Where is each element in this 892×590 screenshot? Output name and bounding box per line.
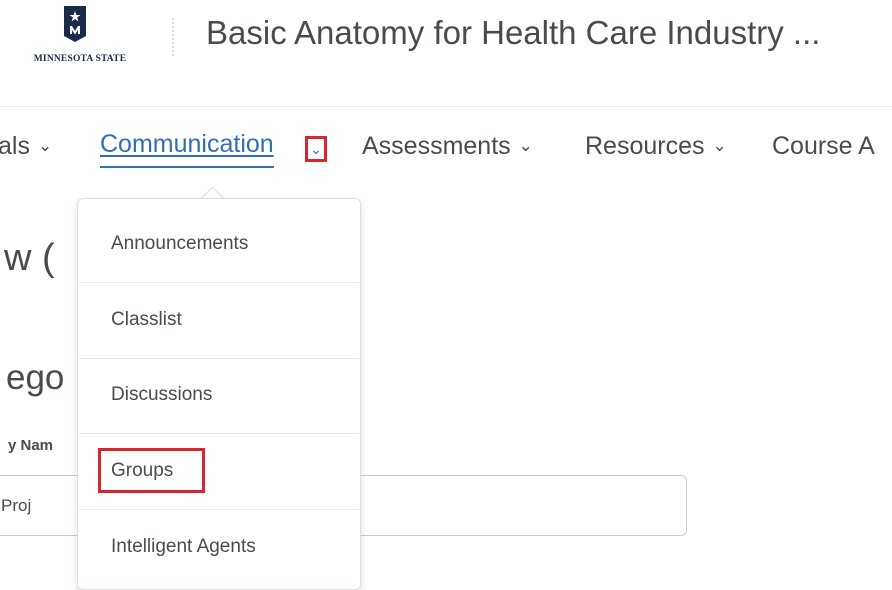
menu-item-announcements[interactable]: Announcements <box>79 207 359 283</box>
page-heading: w ( <box>4 237 55 279</box>
menu-item-intelligent-agents[interactable]: Intelligent Agents <box>79 510 359 586</box>
nav-item-label: Course A <box>772 132 875 160</box>
field-label: y Nam <box>8 437 54 454</box>
menu-item-classlist[interactable]: Classlist <box>79 283 359 359</box>
nav-item-assessments[interactable]: Assessments ⌄ <box>362 132 533 161</box>
minnesota-state-logo-icon <box>64 6 86 42</box>
menu-item-label: Discussions <box>111 384 213 405</box>
chevron-down-icon: ⌄ <box>518 136 533 155</box>
course-title[interactable]: Basic Anatomy for Health Care Industry .… <box>206 14 820 52</box>
communication-dropdown-toggle[interactable]: ⌄ <box>305 136 327 162</box>
nav-divider <box>0 106 892 107</box>
navbar: als ⌄ Communication ⌄ Assessments ⌄ Resour… <box>0 108 892 198</box>
input-value: Proj <box>1 496 32 515</box>
nav-item-communication[interactable]: Communication <box>100 130 274 168</box>
nav-item-label: Assessments <box>362 132 511 160</box>
menu-item-groups[interactable]: Groups <box>79 434 359 510</box>
nav-item-course-admin[interactable]: Course A <box>772 132 875 161</box>
menu-item-label: Announcements <box>111 233 249 254</box>
communication-dropdown-menu: Announcements Classlist Discussions Grou… <box>77 198 361 590</box>
nav-item-materials[interactable]: als ⌄ <box>0 132 52 161</box>
logo-text: MINNESOTA STATE <box>33 54 127 64</box>
menu-item-label: Groups <box>111 460 174 481</box>
menu-item-label: Classlist <box>111 309 182 330</box>
nav-item-label: Resources <box>585 132 705 160</box>
section-heading: ego <box>6 358 65 397</box>
menu-item-discussions[interactable]: Discussions <box>79 358 359 434</box>
chevron-down-icon: ⌄ <box>310 141 322 157</box>
menu-item-label: Intelligent Agents <box>111 536 256 557</box>
header-divider <box>172 18 174 56</box>
chevron-down-icon: ⌄ <box>37 136 53 155</box>
nav-item-label: Communication <box>100 130 274 158</box>
nav-item-label: als <box>0 132 30 160</box>
chevron-down-icon: ⌄ <box>712 136 727 155</box>
nav-item-resources[interactable]: Resources ⌄ <box>585 132 727 161</box>
minnesota-state-logo[interactable]: MINNESOTA STATE <box>12 6 148 76</box>
